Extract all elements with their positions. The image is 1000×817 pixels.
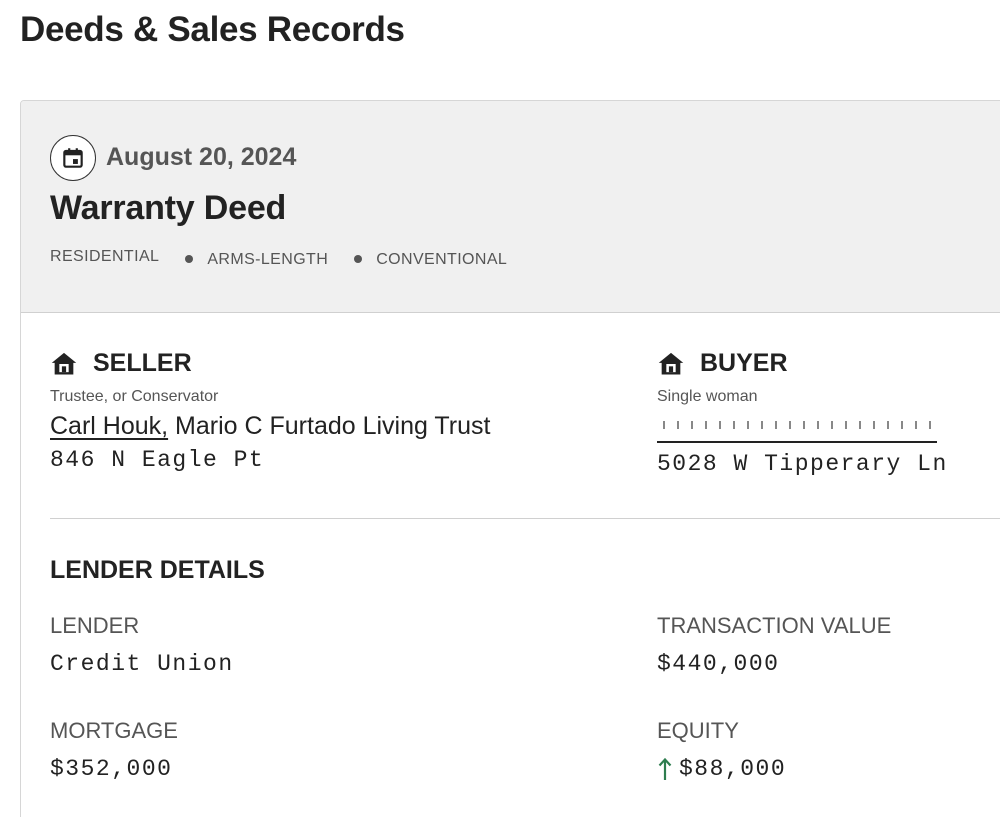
mortgage-field: MORTGAGE $352,000 [50, 718, 178, 782]
tag-arms-length: ARMS-LENGTH [207, 251, 329, 268]
record-date: August 20, 2024 [106, 143, 297, 171]
mortgage-value: $352,000 [50, 756, 173, 782]
buyer-section: BUYER Single woman 5028 W Tipperary Ln [657, 349, 948, 477]
section-divider [50, 518, 1000, 519]
tag-separator-dot [354, 255, 363, 263]
house-icon [657, 350, 685, 378]
seller-subtitle: Trustee, or Conservator [50, 388, 219, 405]
house-icon [50, 350, 78, 378]
seller-address: 846 N Eagle Pt [50, 447, 265, 473]
buyer-subtitle: Single woman [657, 388, 758, 405]
seller-label: SELLER [93, 349, 192, 377]
tag-conventional: CONVENTIONAL [376, 251, 508, 268]
equity-field: EQUITY $88,000 [657, 718, 786, 782]
lender-label: LENDER [50, 613, 140, 638]
seller-name-link[interactable]: Carl Houk, [50, 412, 168, 440]
arrow-up-icon [657, 756, 679, 782]
calendar-icon [50, 135, 96, 181]
lender-field: LENDER Credit Union [50, 613, 234, 677]
equity-label: EQUITY [657, 718, 739, 743]
mortgage-label: MORTGAGE [50, 718, 178, 743]
seller-section: SELLER Trustee, or Conservator Carl Houk… [50, 349, 490, 473]
buyer-name[interactable] [657, 412, 948, 445]
equity-value: $88,000 [679, 756, 787, 782]
record-tags: RESIDENTIAL ARMS-LENGTH CONVENTIONAL [50, 248, 508, 269]
seller-name-rest: Mario C Furtado Living Trust [168, 412, 491, 440]
record-header: August 20, 2024 Warranty Deed RESIDENTIA… [21, 101, 1000, 313]
transaction-value-label: TRANSACTION VALUE [657, 613, 892, 638]
deed-record-card: August 20, 2024 Warranty Deed RESIDENTIA… [20, 100, 1000, 817]
buyer-label: BUYER [700, 349, 788, 377]
redacted-name-bar [657, 417, 937, 443]
buyer-address: 5028 W Tipperary Ln [657, 451, 948, 477]
deed-type-title: Warranty Deed [50, 189, 287, 227]
transaction-value-field: TRANSACTION VALUE $440,000 [657, 613, 891, 677]
transaction-value: $440,000 [657, 651, 780, 677]
lender-value: Credit Union [50, 651, 234, 677]
page-title: Deeds & Sales Records [20, 10, 405, 49]
seller-name: Carl Houk, Mario C Furtado Living Trust [50, 412, 490, 441]
tag-separator-dot [185, 255, 194, 263]
lender-details-title: LENDER DETAILS [50, 556, 265, 584]
tag-residential: RESIDENTIAL [50, 248, 160, 265]
